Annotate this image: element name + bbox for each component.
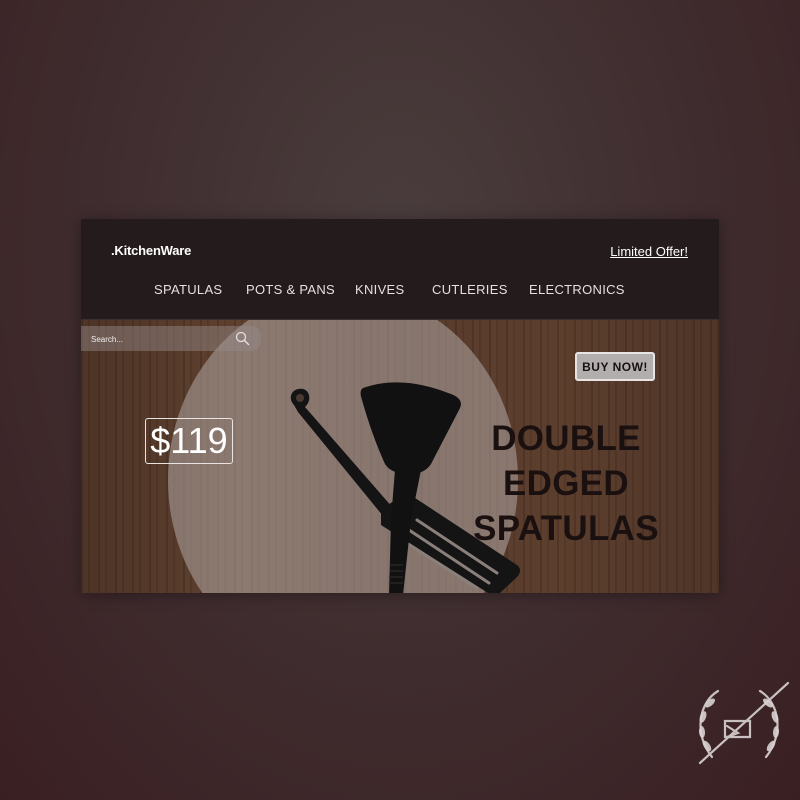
hero-title: DOUBLE EDGED SPATULAS bbox=[436, 416, 696, 551]
nav-item-knives[interactable]: KNIVES bbox=[355, 282, 404, 297]
brand-logo[interactable]: .KitchenWare bbox=[111, 243, 191, 258]
limited-offer-link[interactable]: Limited Offer! bbox=[610, 244, 688, 259]
site-header: .KitchenWare Limited Offer! SPATULAS POT… bbox=[81, 219, 719, 320]
hero-banner: BUY NOW! $119 DOUBLE EDGED SPATULAS bbox=[81, 320, 719, 593]
nav-item-cutleries[interactable]: CUTLERIES bbox=[432, 282, 508, 297]
nav-item-spatulas[interactable]: SPATULAS bbox=[154, 282, 222, 297]
laurel-emblem-icon bbox=[698, 681, 790, 765]
nav-item-electronics[interactable]: ELECTRONICS bbox=[529, 282, 625, 297]
main-nav: SPATULAS POTS & PANS KNIVES CUTLERIES EL… bbox=[81, 282, 719, 298]
hero-title-line-3: SPATULAS bbox=[473, 509, 659, 548]
hero-title-line-2: EDGED bbox=[503, 464, 629, 503]
hero-title-line-1: DOUBLE bbox=[491, 419, 641, 458]
nav-item-pots-pans[interactable]: POTS & PANS bbox=[246, 282, 335, 297]
search-bar bbox=[81, 326, 261, 351]
search-input[interactable] bbox=[89, 330, 233, 349]
website-preview: .KitchenWare Limited Offer! SPATULAS POT… bbox=[81, 219, 719, 593]
price-tag: $119 bbox=[145, 418, 233, 464]
buy-now-button[interactable]: BUY NOW! bbox=[575, 352, 655, 381]
search-icon[interactable] bbox=[235, 331, 250, 346]
